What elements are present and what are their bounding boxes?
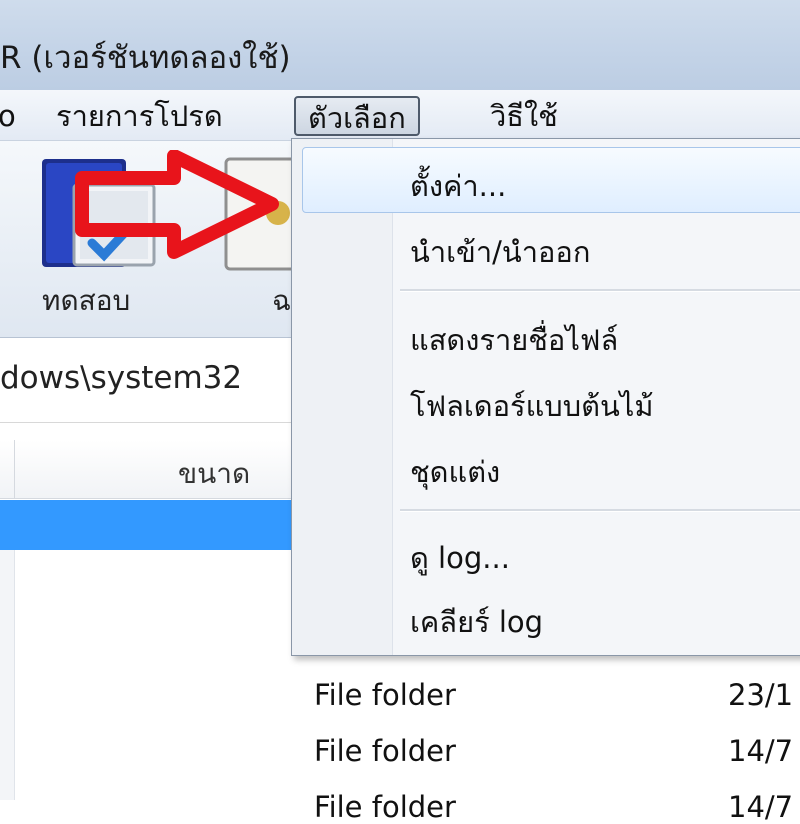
menu-item-folder-tree[interactable]: โฟลเดอร์แบบต้นไม้ [410, 383, 653, 429]
tree-panel-edge [0, 550, 15, 800]
file-date-cell[interactable]: 14/7 [728, 790, 793, 824]
menu-icon-gutter [292, 139, 393, 655]
menu-item-help[interactable]: วิธีใช้ [478, 96, 570, 136]
column-header-size[interactable]: ขนาด [178, 452, 250, 496]
menu-item-partial[interactable]: o [0, 96, 28, 136]
menu-item-import-export[interactable]: นำเข้า/นำออก [410, 229, 590, 275]
next-button-label: ฉ [272, 284, 292, 317]
menu-item-clear-log[interactable]: เคลียร์ log [410, 599, 543, 645]
menu-item-favorites[interactable]: รายการโปรด [44, 96, 235, 136]
annotation-arrow-icon [75, 150, 279, 259]
file-type-cell[interactable]: File folder [314, 734, 456, 768]
menu-separator [400, 289, 800, 292]
test-button-label: ทดสอบ [42, 284, 131, 317]
file-date-cell[interactable]: 14/7 [728, 734, 793, 768]
menu-separator [400, 509, 800, 512]
menu-item-highlight [302, 147, 800, 213]
file-date-cell[interactable]: 23/1 [728, 678, 793, 712]
menu-bar: o รายการโปรด ตัวเลือก วิธีใช้ [0, 90, 800, 141]
file-type-cell[interactable]: File folder [314, 678, 456, 712]
file-type-cell[interactable]: File folder [314, 790, 456, 824]
menu-item-view-log[interactable]: ดู log... [410, 535, 510, 581]
menu-item-options[interactable]: ตัวเลือก [294, 96, 420, 136]
options-dropdown-menu: ตั้งค่า... นำเข้า/นำออก แสดงรายชื่อไฟล์ … [291, 138, 800, 656]
path-input[interactable]: dows\system32 [0, 360, 242, 396]
menu-item-show-file-list[interactable]: แสดงรายชื่อไฟล์ [410, 317, 618, 363]
menu-item-settings[interactable]: ตั้งค่า... [410, 163, 506, 209]
window-title: R (เวอร์ชันทดลองใช้) [0, 40, 291, 76]
title-bar: R (เวอร์ชันทดลองใช้) [0, 0, 800, 90]
column-separator[interactable] [14, 440, 15, 498]
menu-item-themes[interactable]: ชุดแต่ง [410, 449, 500, 495]
